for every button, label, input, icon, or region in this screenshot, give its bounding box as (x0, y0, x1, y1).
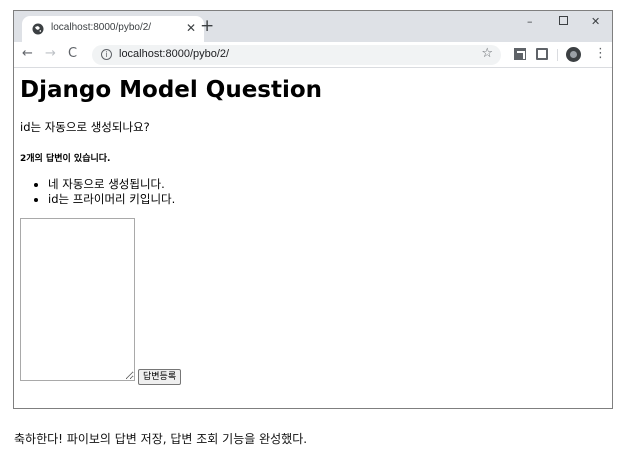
info-icon[interactable]: i (101, 49, 112, 60)
back-arrow-icon[interactable]: ← (22, 47, 33, 61)
browser-tab[interactable]: localhost:8000/pybo/2/ ✕ (22, 16, 204, 42)
tab-strip: localhost:8000/pybo/2/ ✕ + – ✕ (14, 11, 612, 42)
browser-window: localhost:8000/pybo/2/ ✕ + – ✕ ← → C i l… (13, 10, 613, 409)
page-title: Django Model Question (20, 77, 323, 103)
new-tab-icon[interactable]: + (200, 17, 214, 35)
answer-item: 네 자동으로 생성됩니다. (48, 177, 175, 192)
answer-item: id는 프라이머리 키입니다. (48, 192, 175, 207)
url-text[interactable]: localhost:8000/pybo/2/ (119, 48, 229, 60)
answer-list: 네 자동으로 생성됩니다. id는 프라이머리 키입니다. (48, 177, 175, 207)
bookmark-star-icon[interactable]: ☆ (481, 47, 493, 61)
window-close-icon[interactable]: ✕ (591, 15, 600, 29)
minimize-icon[interactable]: – (527, 15, 533, 29)
page-content: Django Model Question id는 자동으로 생성되나요? 2개… (14, 69, 612, 408)
profile-avatar[interactable] (566, 47, 581, 62)
answer-count: 2개의 답변이 있습니다. (20, 154, 111, 164)
toolbar-divider (557, 49, 558, 61)
forward-arrow-icon[interactable]: → (45, 47, 56, 61)
screen-capture-icon[interactable] (536, 48, 548, 60)
reload-icon[interactable]: C (68, 47, 77, 61)
browser-toolbar: ← → C i localhost:8000/pybo/2/ ☆ ⋮ (14, 42, 612, 68)
close-tab-icon[interactable]: ✕ (186, 21, 196, 35)
answer-textarea[interactable] (20, 218, 135, 381)
extension-icon[interactable] (514, 48, 526, 60)
menu-icon[interactable]: ⋮ (594, 46, 607, 62)
maximize-icon[interactable] (559, 15, 568, 29)
question-content: id는 자동으로 생성되나요? (20, 120, 150, 134)
globe-icon (32, 23, 44, 35)
submit-answer-button[interactable]: 답변등록 (138, 369, 182, 385)
address-bar[interactable]: i localhost:8000/pybo/2/ ☆ (92, 45, 501, 65)
caption-text: 축하한다! 파이보의 답변 저장, 답변 조회 기능을 완성했다. (14, 432, 308, 446)
tab-title: localhost:8000/pybo/2/ (51, 22, 152, 33)
